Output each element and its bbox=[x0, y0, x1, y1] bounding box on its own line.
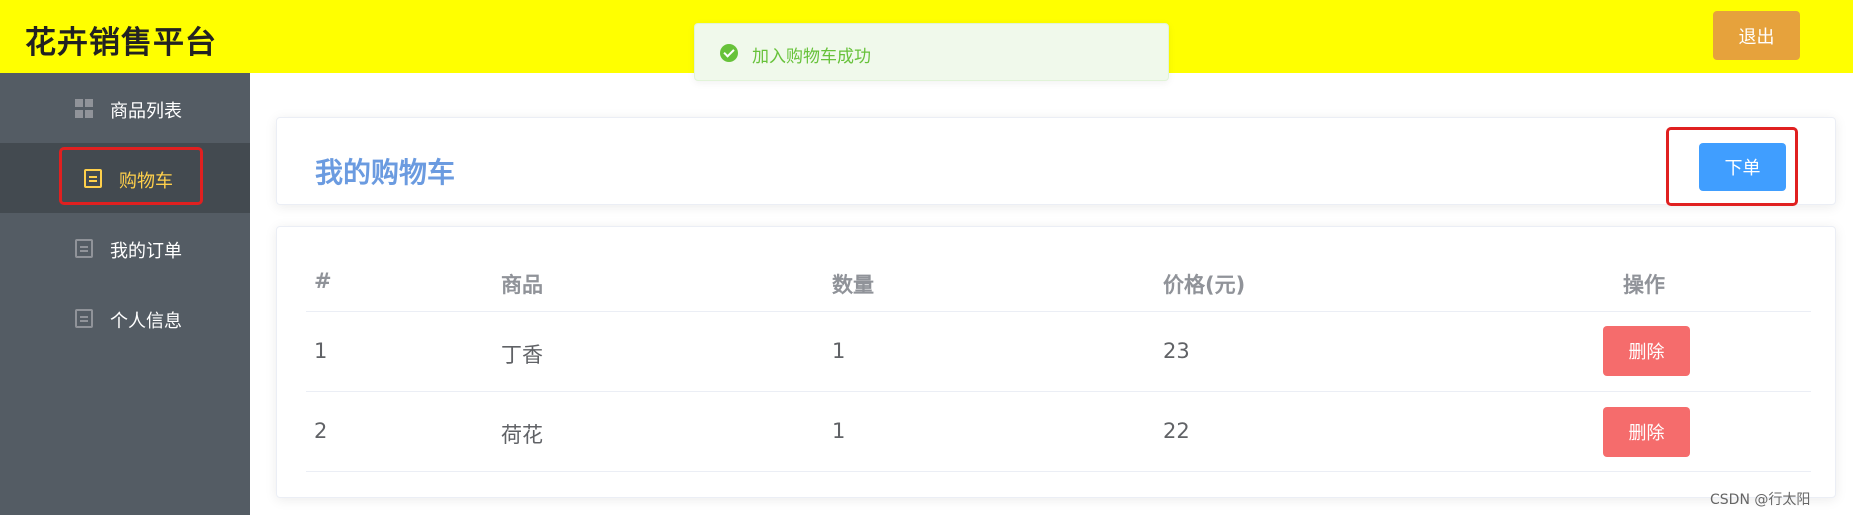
delete-button[interactable]: 删除 bbox=[1603, 407, 1690, 457]
success-toast: 加入购物车成功 bbox=[694, 23, 1169, 81]
page-title: 我的购物车 bbox=[315, 156, 456, 189]
watermark: CSDN @行太阳 bbox=[1710, 492, 1811, 508]
sidebar-item-product-list[interactable]: 商品列表 bbox=[0, 73, 250, 143]
toast-message: 加入购物车成功 bbox=[752, 47, 871, 67]
delete-button[interactable]: 删除 bbox=[1603, 326, 1690, 376]
cell-index: 1 bbox=[314, 339, 328, 363]
logout-button[interactable]: 退出 bbox=[1713, 11, 1800, 60]
annotation-box-order bbox=[1666, 127, 1798, 206]
cart-header-card: 我的购物车 bbox=[276, 117, 1836, 205]
document-icon bbox=[75, 239, 93, 258]
cell-price: 23 bbox=[1163, 339, 1190, 363]
cell-product: 丁香 bbox=[501, 343, 543, 367]
grid-icon bbox=[75, 99, 93, 118]
cell-quantity: 1 bbox=[832, 339, 846, 363]
row-divider bbox=[306, 311, 1811, 312]
cell-quantity: 1 bbox=[832, 419, 846, 443]
column-header-index: # bbox=[314, 269, 332, 293]
sidebar-menu: 商品列表 购物车 我的订单 个人信息 bbox=[0, 73, 250, 515]
row-divider bbox=[306, 391, 1811, 392]
sidebar-item-my-orders[interactable]: 我的订单 bbox=[0, 213, 250, 283]
cell-product: 荷花 bbox=[501, 423, 543, 447]
cell-index: 2 bbox=[314, 419, 328, 443]
sidebar-item-profile[interactable]: 个人信息 bbox=[0, 283, 250, 353]
row-divider bbox=[306, 471, 1811, 472]
success-check-icon bbox=[720, 44, 738, 62]
column-header-price: 价格(元) bbox=[1163, 273, 1246, 297]
document-icon bbox=[75, 309, 93, 328]
app-title: 花卉销售平台 bbox=[25, 25, 217, 61]
cell-price: 22 bbox=[1163, 419, 1190, 443]
sidebar-item-label: 商品列表 bbox=[110, 101, 182, 122]
column-header-action: 操作 bbox=[1623, 273, 1665, 297]
annotation-box-cart bbox=[59, 147, 203, 205]
sidebar-item-label: 个人信息 bbox=[110, 311, 182, 332]
column-header-product: 商品 bbox=[501, 273, 543, 297]
column-header-quantity: 数量 bbox=[832, 273, 874, 297]
sidebar-item-label: 我的订单 bbox=[110, 241, 182, 262]
